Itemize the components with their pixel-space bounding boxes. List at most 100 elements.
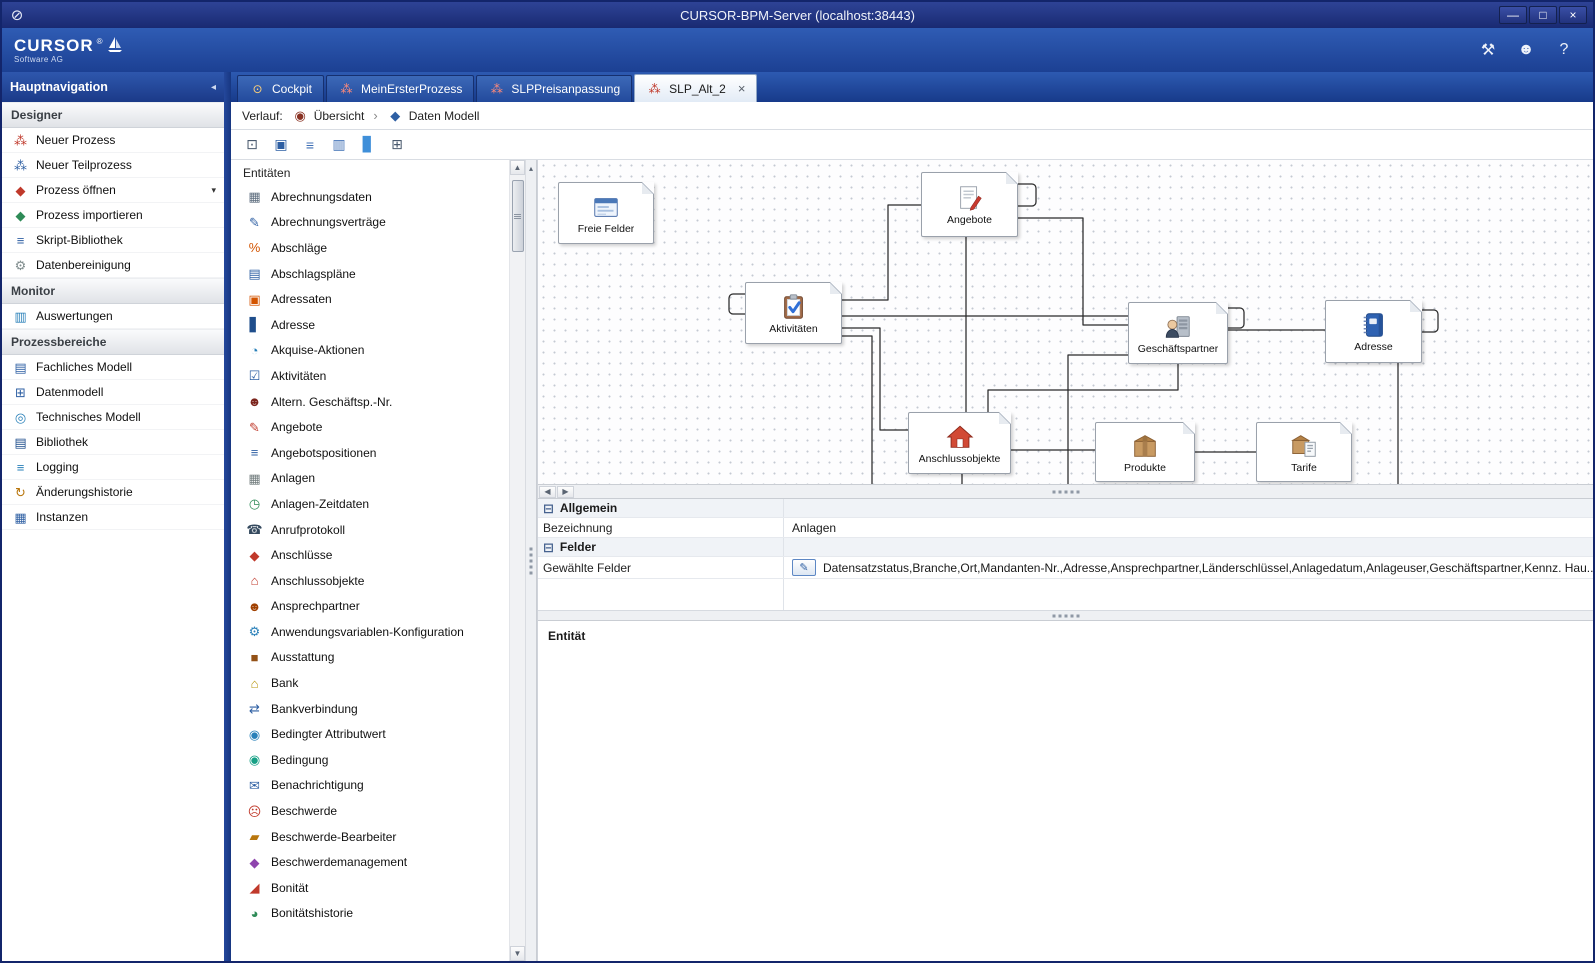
scroll-left-icon[interactable]: ◀ (539, 486, 556, 498)
entity-item-angebotspositionen[interactable]: ≡Angebotspositionen (231, 440, 509, 466)
sidebar-item-neuer-prozess[interactable]: ⁂Neuer Prozess (2, 128, 224, 153)
entity-item-bedingung[interactable]: ◉Bedingung (231, 747, 509, 773)
diagram-canvas[interactable]: Freie Felder Angebote Aktivitäten Geschäfts… (538, 160, 1593, 484)
entity-item-akquise-aktionen[interactable]: ◔Akquise-Aktionen (231, 338, 509, 364)
tab-slp-alt-2[interactable]: ⁂SLP_Alt_2× (634, 74, 757, 102)
tab-meinersterprozess[interactable]: ⁂MeinErsterProzess (326, 75, 474, 102)
sidebar-item-nderungshistorie[interactable]: ↻Änderungshistorie (2, 480, 224, 505)
entity-item-beschwerdemanagement[interactable]: ◆Beschwerdemanagement (231, 849, 509, 875)
tree-layout-icon[interactable]: ⊞ (386, 134, 408, 156)
entity-item-bonit-t[interactable]: ◢Bonität (231, 875, 509, 901)
chart-icon[interactable]: ▊ (357, 134, 379, 156)
edge-aktivit-ten-anschlussobjekte[interactable] (842, 328, 908, 430)
entity-item-beschwerde[interactable]: ☹Beschwerde (231, 798, 509, 824)
entity-item-altern-gesch-ftsp-nr[interactable]: ☻Altern. Geschäftsp.-Nr. (231, 389, 509, 415)
collapse-group-icon[interactable]: ⊟ (543, 502, 554, 515)
entity-item-bonit-tshistorie[interactable]: ◕Bonitätshistorie (231, 901, 509, 927)
sidebar-item-fachliches-modell[interactable]: ▤Fachliches Modell (2, 355, 224, 380)
node-aktivit-ten[interactable]: Aktivitäten (745, 282, 842, 344)
section-header-designer[interactable]: Designer (2, 102, 224, 128)
entity-item-ausstattung[interactable]: ■Ausstattung (231, 645, 509, 671)
entity-item-bedingter-attributwert[interactable]: ◉Bedingter Attributwert (231, 721, 509, 747)
entity-item-abschl-ge[interactable]: %Abschläge (231, 235, 509, 261)
node-produkte[interactable]: Produkte (1095, 422, 1195, 482)
node-anschlussobjekte[interactable]: Anschlussobjekte (908, 412, 1011, 474)
splitter-grip-horizontal-2[interactable] (1052, 614, 1079, 617)
entity-item-adresse[interactable]: ▋Adresse (231, 312, 509, 338)
scroll-down-icon[interactable]: ▼ (510, 946, 525, 961)
entity-item-ansprechpartner[interactable]: ☻Ansprechpartner (231, 594, 509, 620)
section-header-monitor[interactable]: Monitor (2, 278, 224, 304)
sidebar-item-auswertungen[interactable]: ▥Auswertungen (2, 304, 224, 329)
scroll-right-icon[interactable]: ▶ (557, 486, 574, 498)
sidebar-item-bibliothek[interactable]: ▤Bibliothek (2, 430, 224, 455)
scrollbar-thumb[interactable] (512, 180, 524, 252)
entity-item-abrechnungsvertr-ge[interactable]: ✎Abrechnungsverträge (231, 210, 509, 236)
entity-item-anschl-sse[interactable]: ◆Anschlüsse (231, 542, 509, 568)
edge-aktivit-ten-angebote[interactable] (842, 205, 921, 300)
maximize-button[interactable]: □ (1529, 6, 1557, 24)
edge-aktivit-ten-aktivit-ten[interactable] (729, 294, 745, 314)
node-adresse[interactable]: Adresse (1325, 300, 1422, 363)
sidebar-item-logging[interactable]: ≡Logging (2, 455, 224, 480)
sidebar-item-prozess-ffnen[interactable]: ◆Prozess öffnen▾ (2, 178, 224, 203)
sidebar-item-datenbereinigung[interactable]: ⚙Datenbereinigung (2, 253, 224, 278)
breadcrumb-item-daten-modell[interactable]: ◆Daten Modell (387, 109, 480, 123)
edit-field-button[interactable]: ✎ (792, 559, 816, 576)
entity-item-anlagen-zeitdaten[interactable]: ◷Anlagen-Zeitdaten (231, 491, 509, 517)
minimize-button[interactable]: — (1499, 6, 1527, 24)
preview-icon[interactable]: ▣ (270, 134, 292, 156)
entity-item-adressaten[interactable]: ▣Adressaten (231, 286, 509, 312)
tab-slppreisanpassung[interactable]: ⁂SLPPreisanpassung (476, 75, 632, 102)
collapse-group-icon[interactable]: ⊟ (543, 541, 554, 554)
sidebar-item-prozess-importieren[interactable]: ◆Prozess importieren (2, 203, 224, 228)
node-tarife[interactable]: Tarife (1256, 422, 1352, 482)
entity-item-anlagen[interactable]: ▦Anlagen (231, 466, 509, 492)
edge-angebote-angebote[interactable] (1018, 184, 1036, 206)
tab-close-icon[interactable]: × (738, 82, 746, 95)
node-freie-felder[interactable]: Freie Felder (558, 182, 654, 244)
horizontal-splitter[interactable] (538, 610, 1593, 621)
section-header-prozessbereiche[interactable]: Prozessbereiche (2, 329, 224, 355)
splitter-collapse-icon[interactable]: ▴ (529, 164, 533, 173)
entity-item-anwendungsvariablen-konfiguration[interactable]: ⚙Anwendungsvariablen-Konfiguration (231, 619, 509, 645)
help-icon[interactable]: ? (1553, 39, 1575, 61)
entity-item-angebote[interactable]: ✎Angebote (231, 414, 509, 440)
tab-cockpit[interactable]: ⊙Cockpit (237, 75, 324, 102)
entity-item-anschlussobjekte[interactable]: ⌂Anschlussobjekte (231, 568, 509, 594)
dropdown-arrow-icon[interactable]: ▾ (211, 185, 216, 196)
splitter-grip-horizontal[interactable] (1052, 490, 1079, 493)
edge-gesch-ftspartner-gesch-ftspartner[interactable] (1228, 308, 1244, 328)
user-admin-icon[interactable]: ☻ (1515, 39, 1537, 61)
vertical-tree-icon[interactable]: ≡ (299, 134, 321, 156)
splitter-grip[interactable] (530, 547, 533, 574)
edge-adresse-adresse[interactable] (1422, 310, 1438, 332)
sidebar-item-datenmodell[interactable]: ⊞Datenmodell (2, 380, 224, 405)
property-group-allgemein[interactable]: ⊟Allgemein (538, 499, 1593, 518)
vertical-splitter[interactable]: ▴ (525, 160, 537, 961)
scroll-up-icon[interactable]: ▲ (510, 160, 525, 175)
entities-scrollbar[interactable]: ▲ ▼ (509, 160, 525, 961)
property-group-felder[interactable]: ⊟Felder (538, 538, 1593, 557)
tools-icon[interactable]: ⚒ (1477, 39, 1499, 61)
entity-item-abschlagspl-ne[interactable]: ▤Abschlagspläne (231, 261, 509, 287)
node-gesch-ftspartner[interactable]: Geschäftspartner (1128, 302, 1228, 364)
collapse-sidebar-icon[interactable]: ◂ (211, 82, 216, 93)
edge-aktivit-ten-anlagen[interactable] (842, 336, 910, 484)
sidebar-item-technisches-modell[interactable]: ◎Technisches Modell (2, 405, 224, 430)
canvas-h-scrollbar[interactable]: ◀ ▶ (538, 484, 1593, 498)
sidebar-item-neuer-teilprozess[interactable]: ⁂Neuer Teilprozess (2, 153, 224, 178)
edge-angebote-gesch-ftspartner[interactable] (1018, 218, 1128, 325)
print-icon[interactable]: ⊡ (241, 134, 263, 156)
sidebar-item-instanzen[interactable]: ▦Instanzen (2, 505, 224, 530)
entity-item-anrufprotokoll[interactable]: ☎Anrufprotokoll (231, 517, 509, 543)
entity-item-bankverbindung[interactable]: ⇄Bankverbindung (231, 696, 509, 722)
entity-item-beschwerde-bearbeiter[interactable]: ▰Beschwerde-Bearbeiter (231, 824, 509, 850)
columns-icon[interactable]: ▥ (328, 134, 350, 156)
edge-gesch-ftspartner-anschlussobjekte[interactable] (988, 364, 1178, 412)
sidebar-item-skript-bibliothek[interactable]: ≡Skript-Bibliothek (2, 228, 224, 253)
node-angebote[interactable]: Angebote (921, 172, 1018, 237)
entity-item-bank[interactable]: ⌂Bank (231, 670, 509, 696)
entity-item-aktivit-ten[interactable]: ☑Aktivitäten (231, 363, 509, 389)
entity-item-benachrichtigung[interactable]: ✉Benachrichtigung (231, 773, 509, 799)
